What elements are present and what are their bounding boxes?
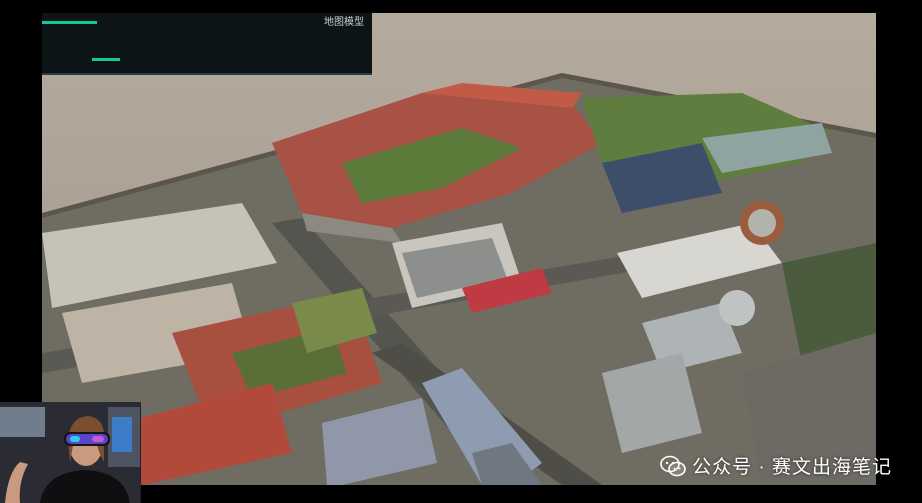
wechat-icon xyxy=(660,455,686,476)
spatial-viewport[interactable]: 地图模型 xyxy=(42,13,876,485)
panel-accent-line xyxy=(42,21,97,24)
round-tower xyxy=(719,290,755,326)
3d-city-model[interactable] xyxy=(42,53,876,485)
watermark-text: 公众号 · 赛文出海笔记 xyxy=(692,457,892,478)
presenter-figure xyxy=(0,402,140,503)
wechat-watermark: 公众号 · 赛文出海笔记 xyxy=(660,452,892,479)
presenter-video-thumbnail xyxy=(0,402,141,503)
panel-label: 地图模型 xyxy=(324,18,364,29)
